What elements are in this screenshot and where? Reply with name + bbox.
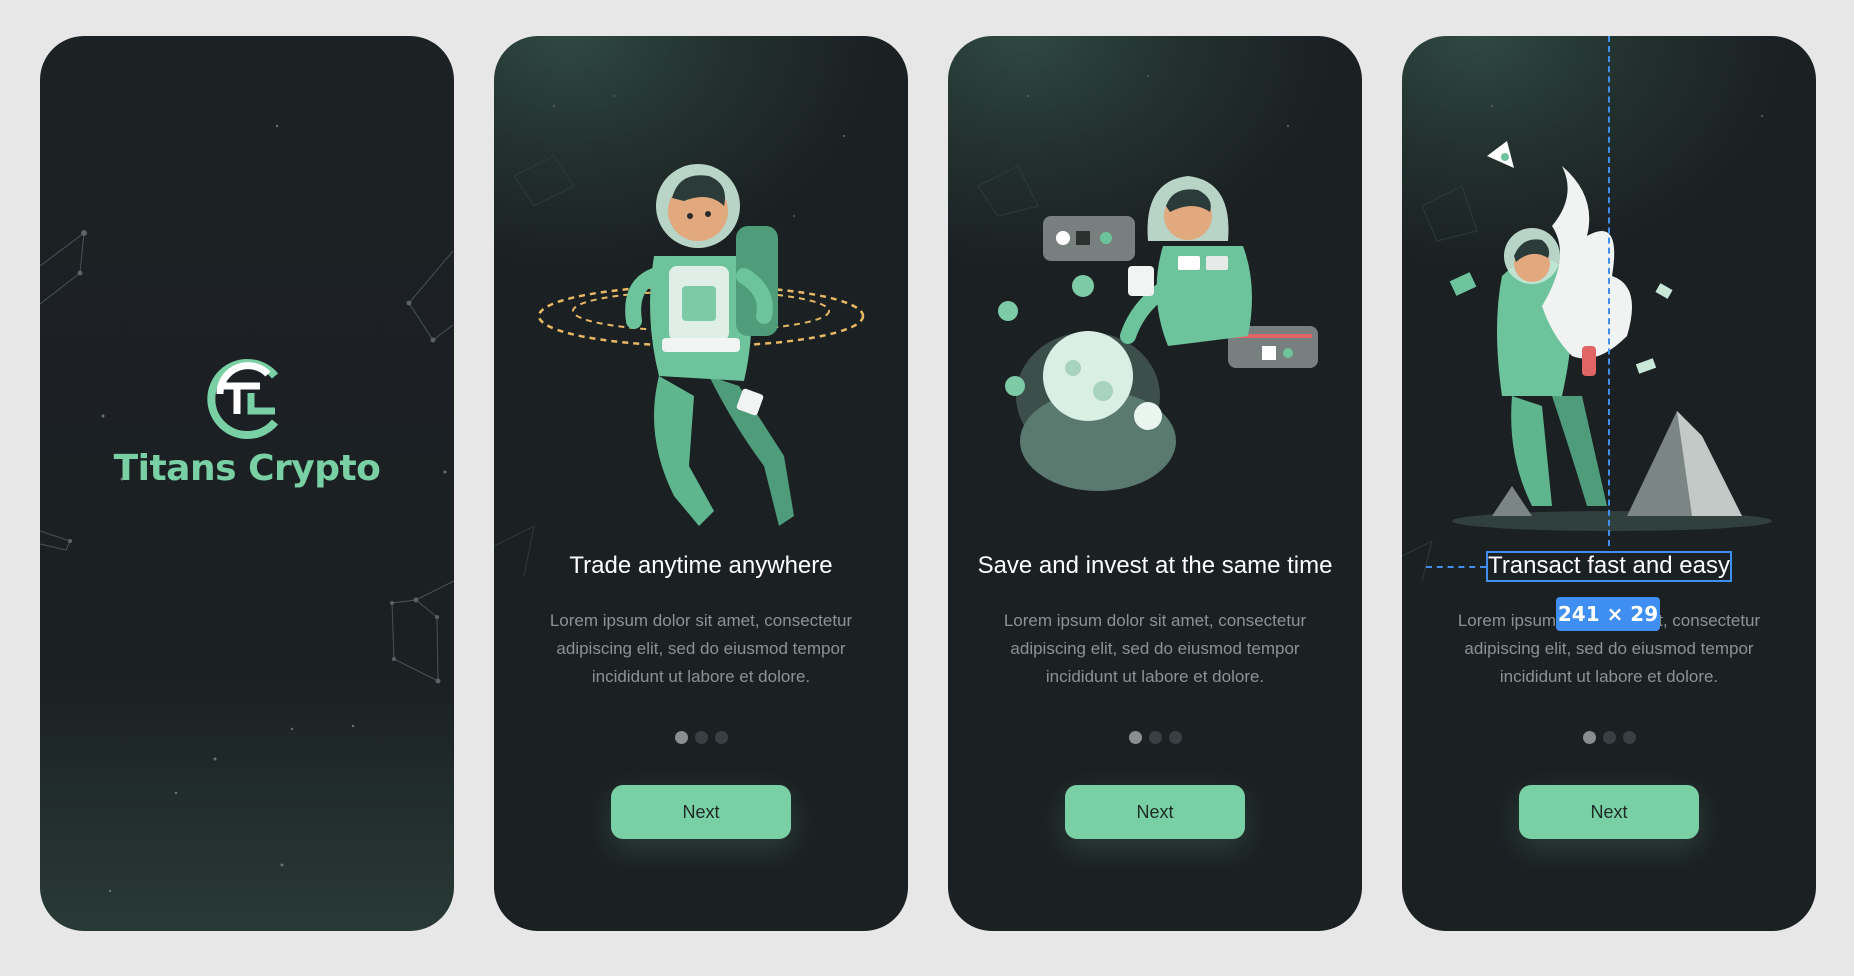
astronaut-floating-illustration — [537, 164, 865, 526]
page-dot-active[interactable] — [674, 731, 688, 744]
onboarding-title: Save and invest at the same time — [977, 552, 1333, 579]
page-dot-active[interactable] — [1128, 731, 1142, 744]
page-dot[interactable] — [1168, 731, 1182, 744]
page-dot[interactable] — [694, 731, 708, 744]
next-button[interactable]: Next — [1065, 785, 1245, 839]
page-dot[interactable] — [1602, 731, 1616, 744]
page-indicator — [948, 731, 1362, 744]
next-button[interactable]: Next — [611, 785, 791, 839]
horizontal-guide-line — [1426, 566, 1486, 568]
next-button[interactable]: Next — [1519, 785, 1699, 839]
splash-screen: Titans Crypto — [40, 36, 454, 931]
vertical-guide-line — [1608, 36, 1610, 546]
onboarding-screen-1: Trade anytime anywhere Lorem ipsum dolor… — [494, 36, 908, 931]
selection-box[interactable] — [1486, 551, 1732, 582]
onboarding-description: Lorem ipsum dolor sit amet, consectetur … — [1003, 611, 1307, 686]
page-dot[interactable] — [714, 731, 728, 744]
onboarding-screen-2: Save and invest at the same time Lorem i… — [948, 36, 1362, 931]
page-dot[interactable] — [1622, 731, 1636, 744]
onboarding-title: Trade anytime anywhere — [569, 552, 833, 579]
onboarding-description: Lorem ipsum dolor sit amet, consectetur … — [549, 611, 853, 686]
page-dot[interactable] — [1148, 731, 1162, 744]
astronaut-pod-illustration — [998, 176, 1318, 491]
page-indicator — [1402, 731, 1816, 744]
page-dot-active[interactable] — [1582, 731, 1596, 744]
page-indicator — [494, 731, 908, 744]
dimension-badge: 241 × 29 — [1556, 597, 1660, 631]
brand-logo: Titans Crypto — [40, 356, 454, 489]
brand-name: Titans Crypto — [113, 448, 381, 489]
tc-logo-icon — [207, 359, 279, 439]
